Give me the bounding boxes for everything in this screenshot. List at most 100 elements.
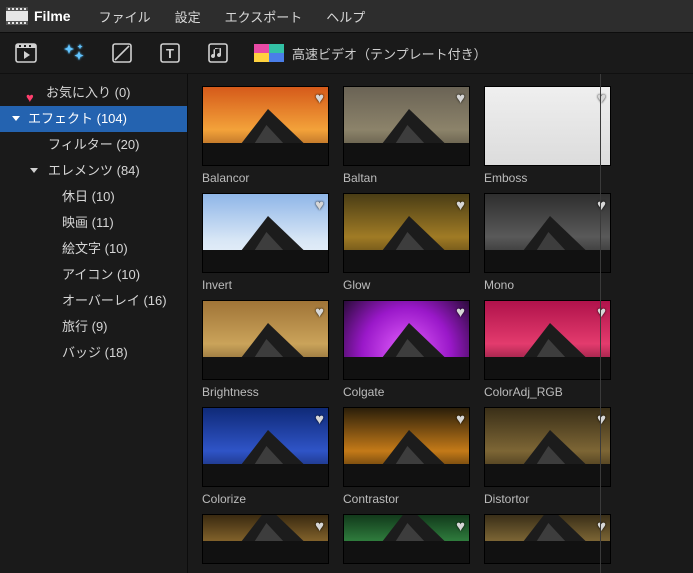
favorite-toggle-icon[interactable]: ♥ <box>456 304 465 321</box>
svg-text:T: T <box>166 46 174 61</box>
favorite-toggle-icon[interactable]: ♥ <box>597 90 606 107</box>
favorite-toggle-icon[interactable]: ♥ <box>315 90 324 107</box>
effect-thumbnail[interactable]: ♥ <box>202 514 329 564</box>
sidebar-item-label: エフェクト (104) <box>28 111 127 126</box>
sidebar-item-travel[interactable]: 旅行 (9) <box>0 314 187 340</box>
fast-video-label: 高速ビデオ（テンプレート付き） <box>292 44 487 63</box>
effect-thumbnail[interactable]: ♥ <box>343 407 470 487</box>
sidebar-item-label: 休日 (10) <box>62 189 115 204</box>
media-tab-icon[interactable] <box>14 41 38 65</box>
sidebar-item-elements[interactable]: エレメンツ (84) <box>0 158 187 184</box>
effect-thumbnail[interactable]: ♥ <box>484 514 611 564</box>
effect-label: Contrastor <box>343 492 470 506</box>
effect-item[interactable]: ♥ <box>202 514 329 564</box>
effect-label: Invert <box>202 278 329 292</box>
effect-thumbnail[interactable]: ♥ <box>484 300 611 380</box>
menu-export[interactable]: エクスポート <box>215 3 313 30</box>
sidebar-item-holiday[interactable]: 休日 (10) <box>0 184 187 210</box>
sidebar-item-label: 旅行 (9) <box>62 319 108 334</box>
toolbar: T 高速ビデオ（テンプレート付き） <box>0 32 693 74</box>
sidebar-item-label: お気に入り (0) <box>46 85 131 100</box>
sidebar-item-label: フィルター (20) <box>48 137 139 152</box>
effect-label: Balancor <box>202 171 329 185</box>
effect-item[interactable]: ♥ <box>343 514 470 564</box>
effect-thumbnail[interactable]: ♥ <box>484 86 611 166</box>
effect-item[interactable]: ♥Colorize <box>202 407 329 506</box>
effect-item[interactable]: ♥ ColorAdj_RGB <box>484 300 611 399</box>
effect-thumbnail[interactable]: ♥ <box>484 407 611 487</box>
effect-item[interactable]: ♥ Distortor <box>484 407 611 506</box>
sidebar-item-emoji[interactable]: 絵文字 (10) <box>0 236 187 262</box>
favorite-toggle-icon[interactable]: ♥ <box>456 411 465 428</box>
favorite-toggle-icon[interactable]: ♥ <box>597 518 606 535</box>
app-title: Filme <box>34 8 71 24</box>
sidebar-item-label: エレメンツ (84) <box>48 163 140 178</box>
sidebar: ♥ お気に入り (0) エフェクト (104) フィルター (20) エレメンツ… <box>0 74 188 573</box>
fast-video-icon <box>254 44 284 62</box>
effect-item[interactable]: ♥ Emboss <box>484 86 611 185</box>
sidebar-item-icon[interactable]: アイコン (10) <box>0 262 187 288</box>
sidebar-item-label: 映画 (11) <box>62 215 114 230</box>
favorite-toggle-icon[interactable]: ♥ <box>597 411 606 428</box>
favorite-toggle-icon[interactable]: ♥ <box>597 197 606 214</box>
effect-item[interactable]: ♥ Balancor <box>202 86 329 185</box>
effect-label: Colgate <box>343 385 470 399</box>
effect-thumbnail[interactable]: ♥ <box>202 300 329 380</box>
effect-thumbnail[interactable]: ♥ <box>343 514 470 564</box>
effects-tab-icon[interactable] <box>62 41 86 65</box>
favorite-toggle-icon[interactable]: ♥ <box>597 304 606 321</box>
effect-thumbnail[interactable]: ♥ <box>202 193 329 273</box>
effect-item[interactable]: ♥ Mono <box>484 193 611 292</box>
menu-settings[interactable]: 設定 <box>165 3 211 30</box>
sidebar-item-label: バッジ (18) <box>62 345 128 360</box>
sidebar-item-badge[interactable]: バッジ (18) <box>0 340 187 366</box>
effect-thumbnail[interactable]: ♥ <box>484 193 611 273</box>
audio-tab-icon[interactable] <box>206 41 230 65</box>
favorite-toggle-icon[interactable]: ♥ <box>456 90 465 107</box>
favorite-toggle-icon[interactable]: ♥ <box>315 197 324 214</box>
effect-label: Brightness <box>202 385 329 399</box>
effect-label: Glow <box>343 278 470 292</box>
effect-label: Mono <box>484 278 611 292</box>
effect-item[interactable]: ♥ <box>484 514 611 564</box>
menu-file[interactable]: ファイル <box>89 3 161 30</box>
effect-item[interactable]: ♥ Invert <box>202 193 329 292</box>
sidebar-item-overlay[interactable]: オーバーレイ (16) <box>0 288 187 314</box>
sidebar-item-label: オーバーレイ (16) <box>62 293 167 308</box>
effect-thumbnail[interactable]: ♥ <box>343 193 470 273</box>
sidebar-item-favorites[interactable]: ♥ お気に入り (0) <box>0 80 187 106</box>
effect-label: Distortor <box>484 492 611 506</box>
favorite-toggle-icon[interactable]: ♥ <box>315 518 324 535</box>
effect-thumbnail[interactable]: ♥ <box>202 407 329 487</box>
effect-label: Emboss <box>484 171 611 185</box>
effect-item[interactable]: ♥ Baltan <box>343 86 470 185</box>
transition-tab-icon[interactable] <box>110 41 134 65</box>
menubar: Filme ファイル 設定 エクスポート ヘルプ <box>0 0 693 32</box>
sidebar-item-label: アイコン (10) <box>62 267 140 282</box>
sidebar-item-movie[interactable]: 映画 (11) <box>0 210 187 236</box>
chevron-down-icon <box>12 116 20 121</box>
favorite-toggle-icon[interactable]: ♥ <box>315 411 324 428</box>
text-tab-icon[interactable]: T <box>158 41 182 65</box>
effect-label: ColorAdj_RGB <box>484 385 611 399</box>
main-area: ♥ お気に入り (0) エフェクト (104) フィルター (20) エレメンツ… <box>0 74 693 573</box>
sidebar-item-effects[interactable]: エフェクト (104) <box>0 106 187 132</box>
effect-label: Baltan <box>343 171 470 185</box>
effects-gallery: ♥ Balancor ♥ Baltan ♥ Emboss ♥ Invert ♥ Glow ♥ Mono… <box>188 74 693 573</box>
effect-item[interactable]: ♥ Brightness <box>202 300 329 399</box>
favorite-toggle-icon[interactable]: ♥ <box>456 518 465 535</box>
effect-thumbnail[interactable]: ♥ <box>202 86 329 166</box>
chevron-down-icon <box>30 168 38 173</box>
effect-thumbnail[interactable]: ♥ <box>343 86 470 166</box>
effect-item[interactable]: ♥ Contrastor <box>343 407 470 506</box>
effect-item[interactable]: ♥ Colgate <box>343 300 470 399</box>
sidebar-item-label: 絵文字 (10) <box>62 241 128 256</box>
favorite-toggle-icon[interactable]: ♥ <box>456 197 465 214</box>
menu-help[interactable]: ヘルプ <box>316 3 375 30</box>
effect-thumbnail[interactable]: ♥ <box>343 300 470 380</box>
effect-item[interactable]: ♥ Glow <box>343 193 470 292</box>
favorite-toggle-icon[interactable]: ♥ <box>315 304 324 321</box>
sidebar-item-filters[interactable]: フィルター (20) <box>0 132 187 158</box>
fast-video-button[interactable]: 高速ビデオ（テンプレート付き） <box>254 44 487 63</box>
app-logo <box>6 7 28 25</box>
